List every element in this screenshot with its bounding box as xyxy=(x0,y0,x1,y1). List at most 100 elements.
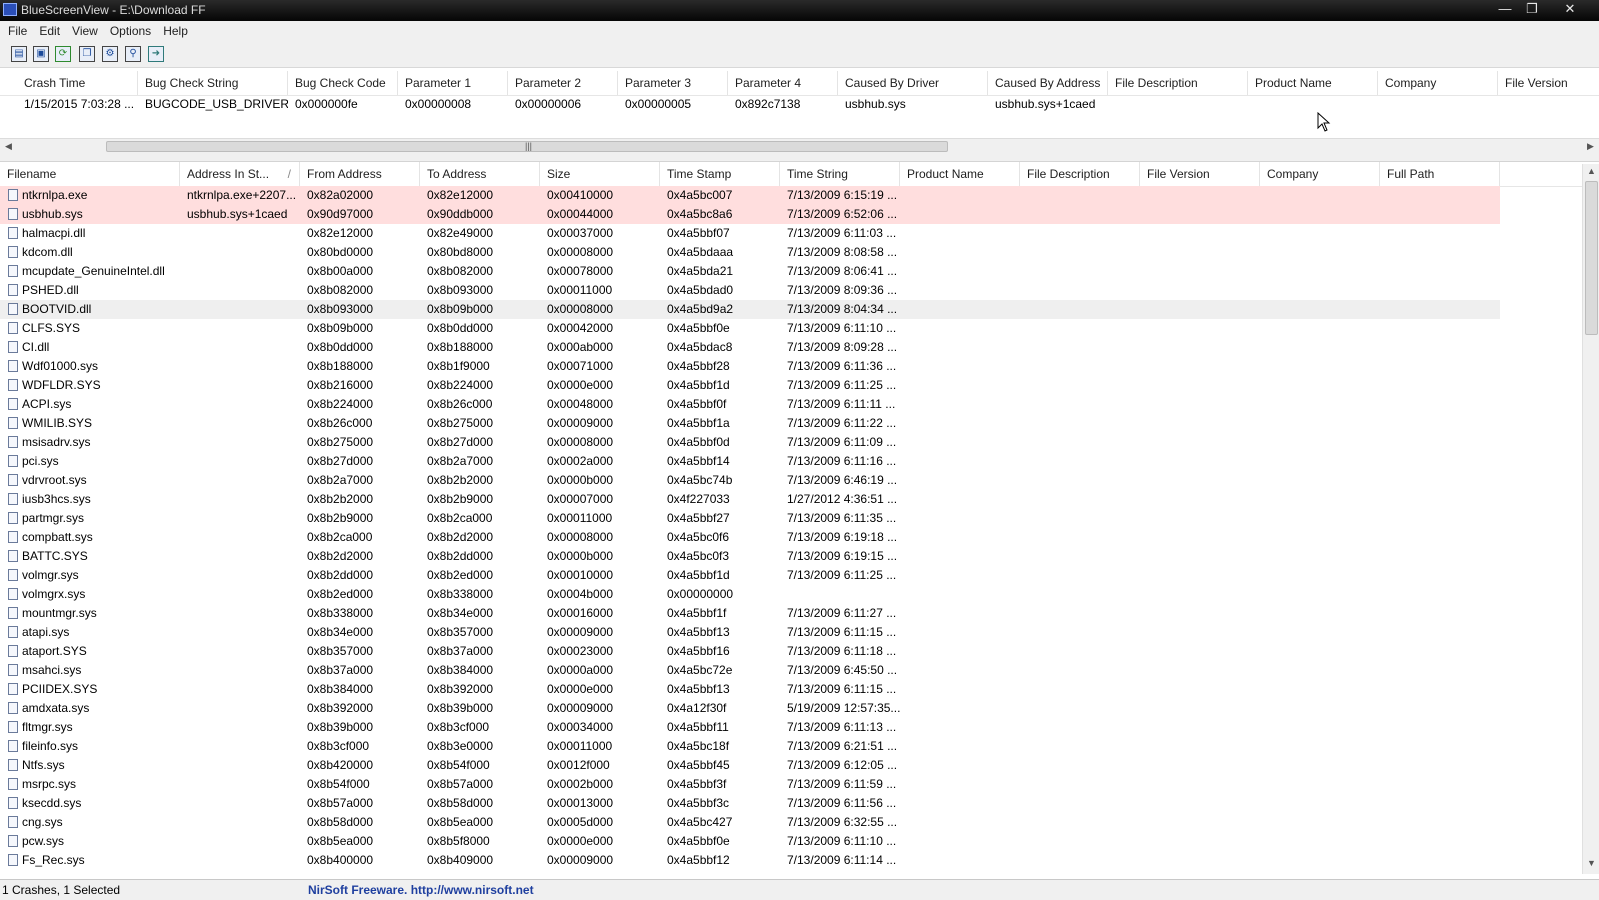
driver-row[interactable]: fileinfo.sys 0x8b3cf000 0x8b3e0000 0x000110… xyxy=(0,737,1500,756)
menu-file[interactable]: File xyxy=(0,21,31,38)
restore-icon[interactable]: ❐ xyxy=(1523,0,1541,18)
file-icon xyxy=(8,740,18,752)
scroll-left-arrow-icon[interactable]: ◀ xyxy=(5,141,12,152)
exit-icon[interactable]: ➜ xyxy=(148,46,164,62)
driver-row[interactable]: fltmgr.sys 0x8b39b000 0x8b3cf000 0x00034000… xyxy=(0,718,1500,737)
driver-row[interactable]: BOOTVID.dll 0x8b093000 0x8b09b000 0x0000800… xyxy=(0,300,1500,319)
driver-row[interactable]: PCIIDEX.SYS 0x8b384000 0x8b392000 0x0000e00… xyxy=(0,680,1500,699)
driver-row[interactable]: pci.sys 0x8b27d000 0x8b2a7000 0x0002a000 0x4… xyxy=(0,452,1500,471)
driver-row[interactable]: usbhub.sys usbhub.sys+1caed 0x90d97000 0x90… xyxy=(0,205,1500,224)
driver-row[interactable]: mcupdate_GenuineIntel.dll 0x8b00a000 0x8b0… xyxy=(0,262,1500,281)
driver-row[interactable]: ntkrnlpa.exe ntkrnlpa.exe+2207... 0x82a020… xyxy=(0,186,1500,205)
column-header-parameter-4[interactable]: Parameter 4 xyxy=(728,71,838,95)
column-header-time-string[interactable]: Time String xyxy=(780,162,900,186)
driver-row[interactable]: PSHED.dll 0x8b082000 0x8b093000 0x00011000 0… xyxy=(0,281,1500,300)
cell-address-in-st xyxy=(180,756,300,775)
driver-row[interactable]: Wdf01000.sys 0x8b188000 0x8b1f9000 0x000710… xyxy=(0,357,1500,376)
scroll-down-arrow-icon[interactable]: ▼ xyxy=(1587,858,1596,868)
column-header-size[interactable]: Size xyxy=(540,162,660,186)
driver-row[interactable]: ksecdd.sys 0x8b57a000 0x8b58d000 0x00013000… xyxy=(0,794,1500,813)
driver-list-vertical-scrollbar[interactable]: ▲ ▼ xyxy=(1582,164,1599,874)
driver-row[interactable]: CLFS.SYS 0x8b09b000 0x8b0dd000 0x00042000 0x… xyxy=(0,319,1500,338)
driver-row[interactable]: amdxata.sys 0x8b392000 0x8b39b000 0x0000900… xyxy=(0,699,1500,718)
column-header-to-address[interactable]: To Address xyxy=(420,162,540,186)
column-header-file-description[interactable]: File Description xyxy=(1020,162,1140,186)
crash-row[interactable]: 1/15/2015 7:03:28 ... BUGCODE_USB_DRIVER 0… xyxy=(0,95,1599,114)
driver-row[interactable]: iusb3hcs.sys 0x8b2b2000 0x8b2b9000 0x000070… xyxy=(0,490,1500,509)
column-header-bug-check-string[interactable]: Bug Check String xyxy=(138,71,288,95)
column-header-product-name[interactable]: Product Name xyxy=(1248,71,1378,95)
driver-row[interactable]: msrpc.sys 0x8b54f000 0x8b57a000 0x0002b000 0… xyxy=(0,775,1500,794)
driver-row[interactable]: volmgr.sys 0x8b2dd000 0x8b2ed000 0x00010000… xyxy=(0,566,1500,585)
advanced-options-icon[interactable]: ⚙ xyxy=(102,46,118,62)
column-header-product-name[interactable]: Product Name xyxy=(900,162,1020,186)
cell-text: 7/13/2009 8:06:41 ... xyxy=(787,264,898,278)
driver-row[interactable]: mountmgr.sys 0x8b338000 0x8b34e000 0x000160… xyxy=(0,604,1500,623)
vertical-scroll-thumb[interactable] xyxy=(1585,181,1598,335)
driver-row[interactable]: WMILIB.SYS 0x8b26c000 0x8b275000 0x00009000… xyxy=(0,414,1500,433)
column-header-company[interactable]: Company xyxy=(1260,162,1380,186)
driver-row[interactable]: Ntfs.sys 0x8b420000 0x8b54f000 0x0012f000 0x… xyxy=(0,756,1500,775)
column-header-caused-by-driver[interactable]: Caused By Driver xyxy=(838,71,988,95)
column-header-parameter-2[interactable]: Parameter 2 xyxy=(508,71,618,95)
file-icon xyxy=(8,816,18,828)
column-header-bug-check-code[interactable]: Bug Check Code xyxy=(288,71,398,95)
driver-row[interactable]: msahci.sys 0x8b37a000 0x8b384000 0x0000a000… xyxy=(0,661,1500,680)
cell-time-string: 7/13/2009 6:11:09 ... xyxy=(780,433,900,452)
column-header-parameter-3[interactable]: Parameter 3 xyxy=(618,71,728,95)
driver-row[interactable]: Fs_Rec.sys 0x8b400000 0x8b409000 0x00009000… xyxy=(0,851,1500,870)
copy-icon[interactable]: ❐ xyxy=(79,46,95,62)
driver-row[interactable]: BATTC.SYS 0x8b2d2000 0x8b2dd000 0x0000b000 0… xyxy=(0,547,1500,566)
column-header-address-in-st[interactable]: Address In St... / xyxy=(180,162,300,186)
driver-row[interactable]: ataport.SYS 0x8b357000 0x8b37a000 0x0002300… xyxy=(0,642,1500,661)
cell-text: 0x8b188000 xyxy=(427,340,494,354)
driver-row[interactable]: volmgrx.sys 0x8b2ed000 0x8b338000 0x0004b00… xyxy=(0,585,1500,604)
scroll-right-arrow-icon[interactable]: ▶ xyxy=(1587,141,1594,152)
driver-row[interactable]: cng.sys 0x8b58d000 0x8b5ea000 0x0005d000 0x4… xyxy=(0,813,1500,832)
driver-row[interactable]: atapi.sys 0x8b34e000 0x8b357000 0x00009000 0… xyxy=(0,623,1500,642)
column-header-caused-by-address[interactable]: Caused By Address xyxy=(988,71,1108,95)
driver-row[interactable]: partmgr.sys 0x8b2b9000 0x8b2ca000 0x0001100… xyxy=(0,509,1500,528)
column-header-file-description[interactable]: File Description xyxy=(1108,71,1248,95)
crash-list-horizontal-scrollbar[interactable]: ◀ ||| ▶ xyxy=(0,138,1599,154)
find-icon[interactable]: ⚲ xyxy=(125,46,141,62)
driver-row[interactable]: halmacpi.dll 0x82e12000 0x82e49000 0x000370… xyxy=(0,224,1500,243)
menu-help[interactable]: Help xyxy=(155,21,192,38)
column-header-parameter-1[interactable]: Parameter 1 xyxy=(398,71,508,95)
menu-edit[interactable]: Edit xyxy=(31,21,64,38)
save-icon[interactable]: ▣ xyxy=(33,46,49,62)
column-header-filename[interactable]: Filename xyxy=(0,162,180,186)
driver-row[interactable]: compbatt.sys 0x8b2ca000 0x8b2d2000 0x000080… xyxy=(0,528,1500,547)
cell-text: 0x8b2a7000 xyxy=(427,454,494,468)
cell-text: 7/13/2009 6:11:15 ... xyxy=(787,625,897,639)
driver-row[interactable]: pcw.sys 0x8b5ea000 0x8b5f8000 0x0000e000 0x4… xyxy=(0,832,1500,851)
driver-row[interactable]: CI.dll 0x8b0dd000 0x8b188000 0x000ab000 0x4a… xyxy=(0,338,1500,357)
driver-row[interactable]: msisadrv.sys 0x8b275000 0x8b27d000 0x000080… xyxy=(0,433,1500,452)
column-header-time-stamp[interactable]: Time Stamp xyxy=(660,162,780,186)
cell-text: ataport.SYS xyxy=(22,644,87,658)
scroll-up-arrow-icon[interactable]: ▲ xyxy=(1587,166,1596,176)
driver-row[interactable]: WDFLDR.SYS 0x8b216000 0x8b224000 0x0000e000… xyxy=(0,376,1500,395)
driver-row[interactable]: vdrvroot.sys 0x8b2a7000 0x8b2b2000 0x0000b0… xyxy=(0,471,1500,490)
cell-file-version xyxy=(1140,243,1260,262)
column-header-full-path[interactable]: Full Path xyxy=(1380,162,1500,186)
close-icon[interactable]: ✕ xyxy=(1560,0,1580,18)
refresh-icon[interactable]: ⟳ xyxy=(55,46,71,62)
menu-options[interactable]: Options xyxy=(102,21,155,38)
minimize-icon[interactable]: — xyxy=(1496,0,1514,18)
nirsoft-link[interactable]: NirSoft Freeware. http://www.nirsoft.net xyxy=(308,883,534,897)
cell-product-name xyxy=(900,490,1020,509)
cell-company xyxy=(1260,186,1380,205)
menu-view[interactable]: View xyxy=(64,21,102,38)
column-header-file-version[interactable]: File Version xyxy=(1140,162,1260,186)
column-header-company[interactable]: Company xyxy=(1378,71,1498,95)
column-header-crash-time[interactable]: Crash Time xyxy=(17,71,138,95)
column-header-from-address[interactable]: From Address xyxy=(300,162,420,186)
properties-icon[interactable]: ▤ xyxy=(11,46,27,62)
pane-splitter[interactable] xyxy=(0,153,1599,162)
cell-to-address: 0x8b37a000 xyxy=(420,642,540,661)
driver-row[interactable]: kdcom.dll 0x80bd0000 0x80bd8000 0x00008000 0… xyxy=(0,243,1500,262)
column-header-file-version[interactable]: File Version xyxy=(1498,71,1599,95)
cell-text: 0x8b39b000 xyxy=(427,701,494,715)
driver-row[interactable]: ACPI.sys 0x8b224000 0x8b26c000 0x00048000 0x… xyxy=(0,395,1500,414)
